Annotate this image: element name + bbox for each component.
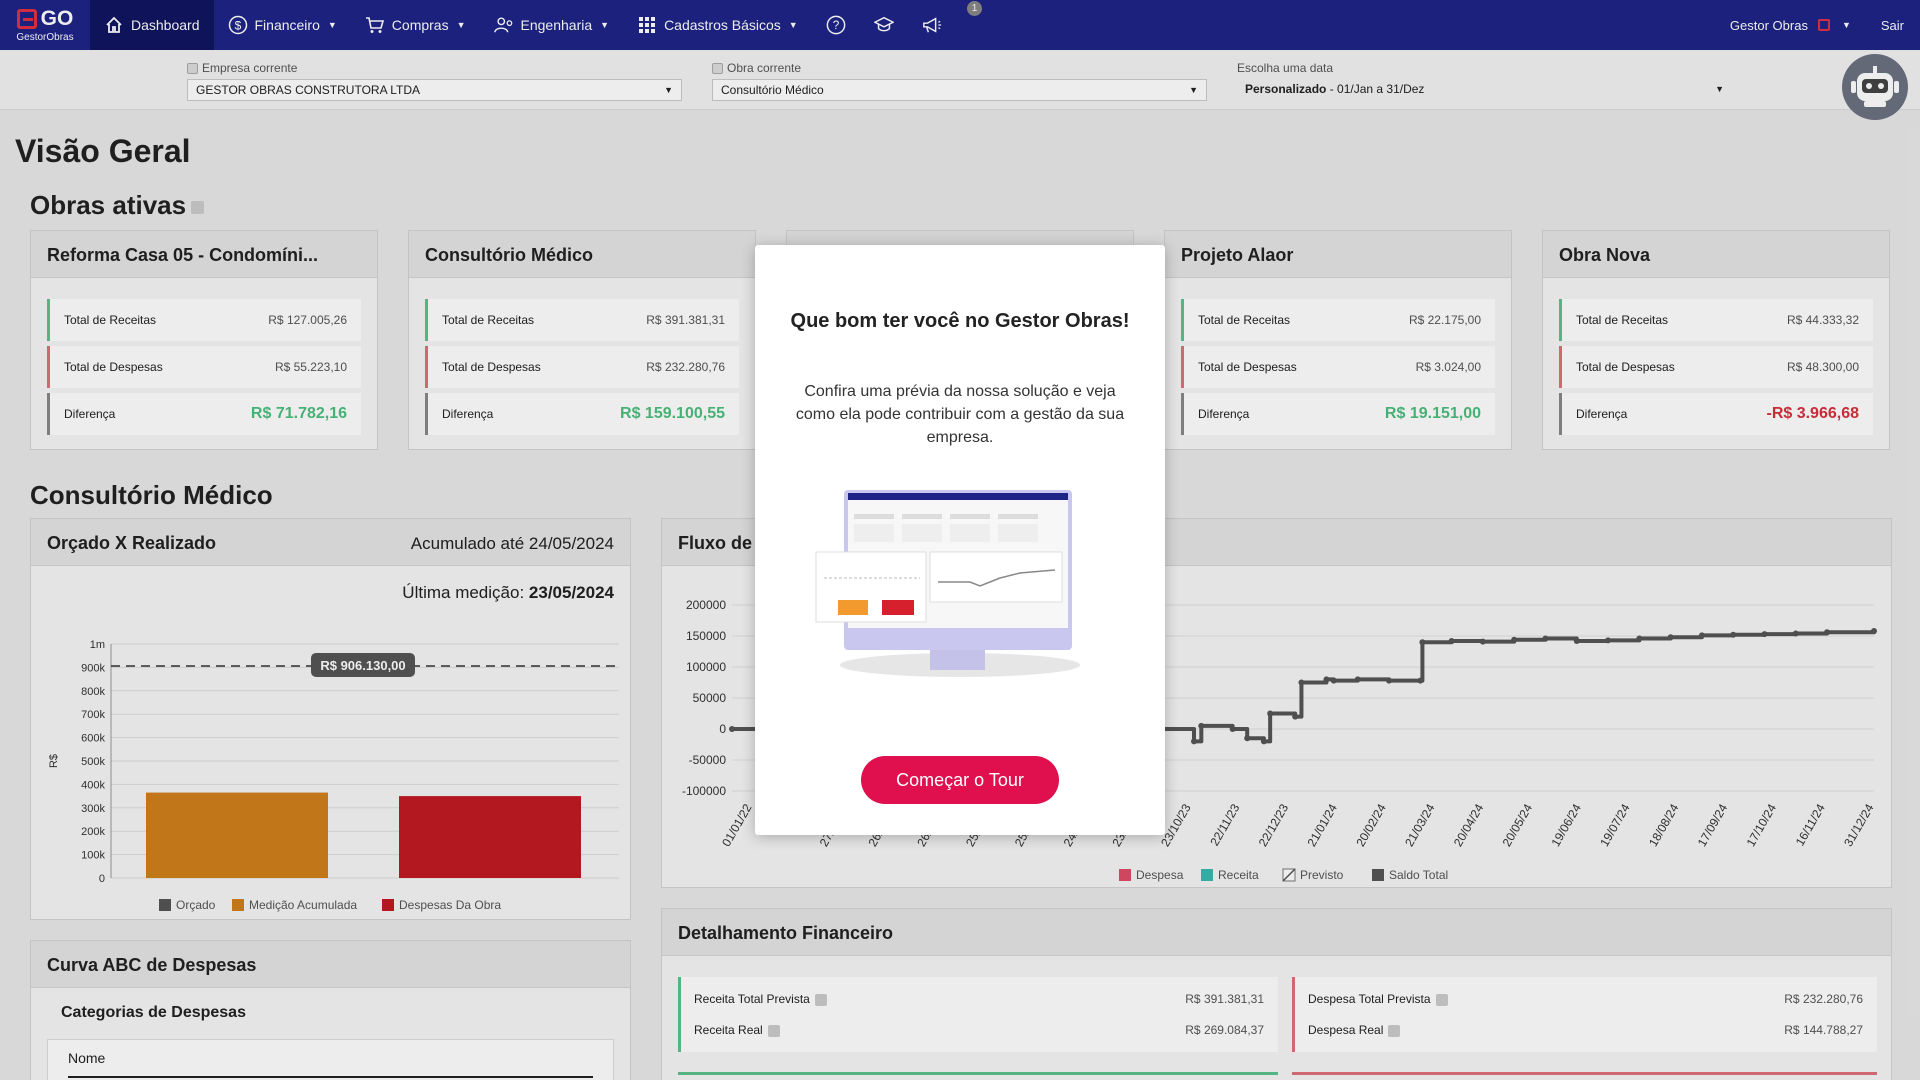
welcome-tour-modal: Que bom ter você no Gestor Obras! Confir…: [755, 245, 1165, 835]
modal-title: Que bom ter você no Gestor Obras!: [790, 310, 1130, 332]
modal-description: Confira uma prévia da nossa solução e ve…: [795, 383, 1125, 446]
dashboard-preview-illustration: [815, 490, 1080, 677]
start-tour-button[interactable]: Começar o Tour: [861, 756, 1059, 804]
